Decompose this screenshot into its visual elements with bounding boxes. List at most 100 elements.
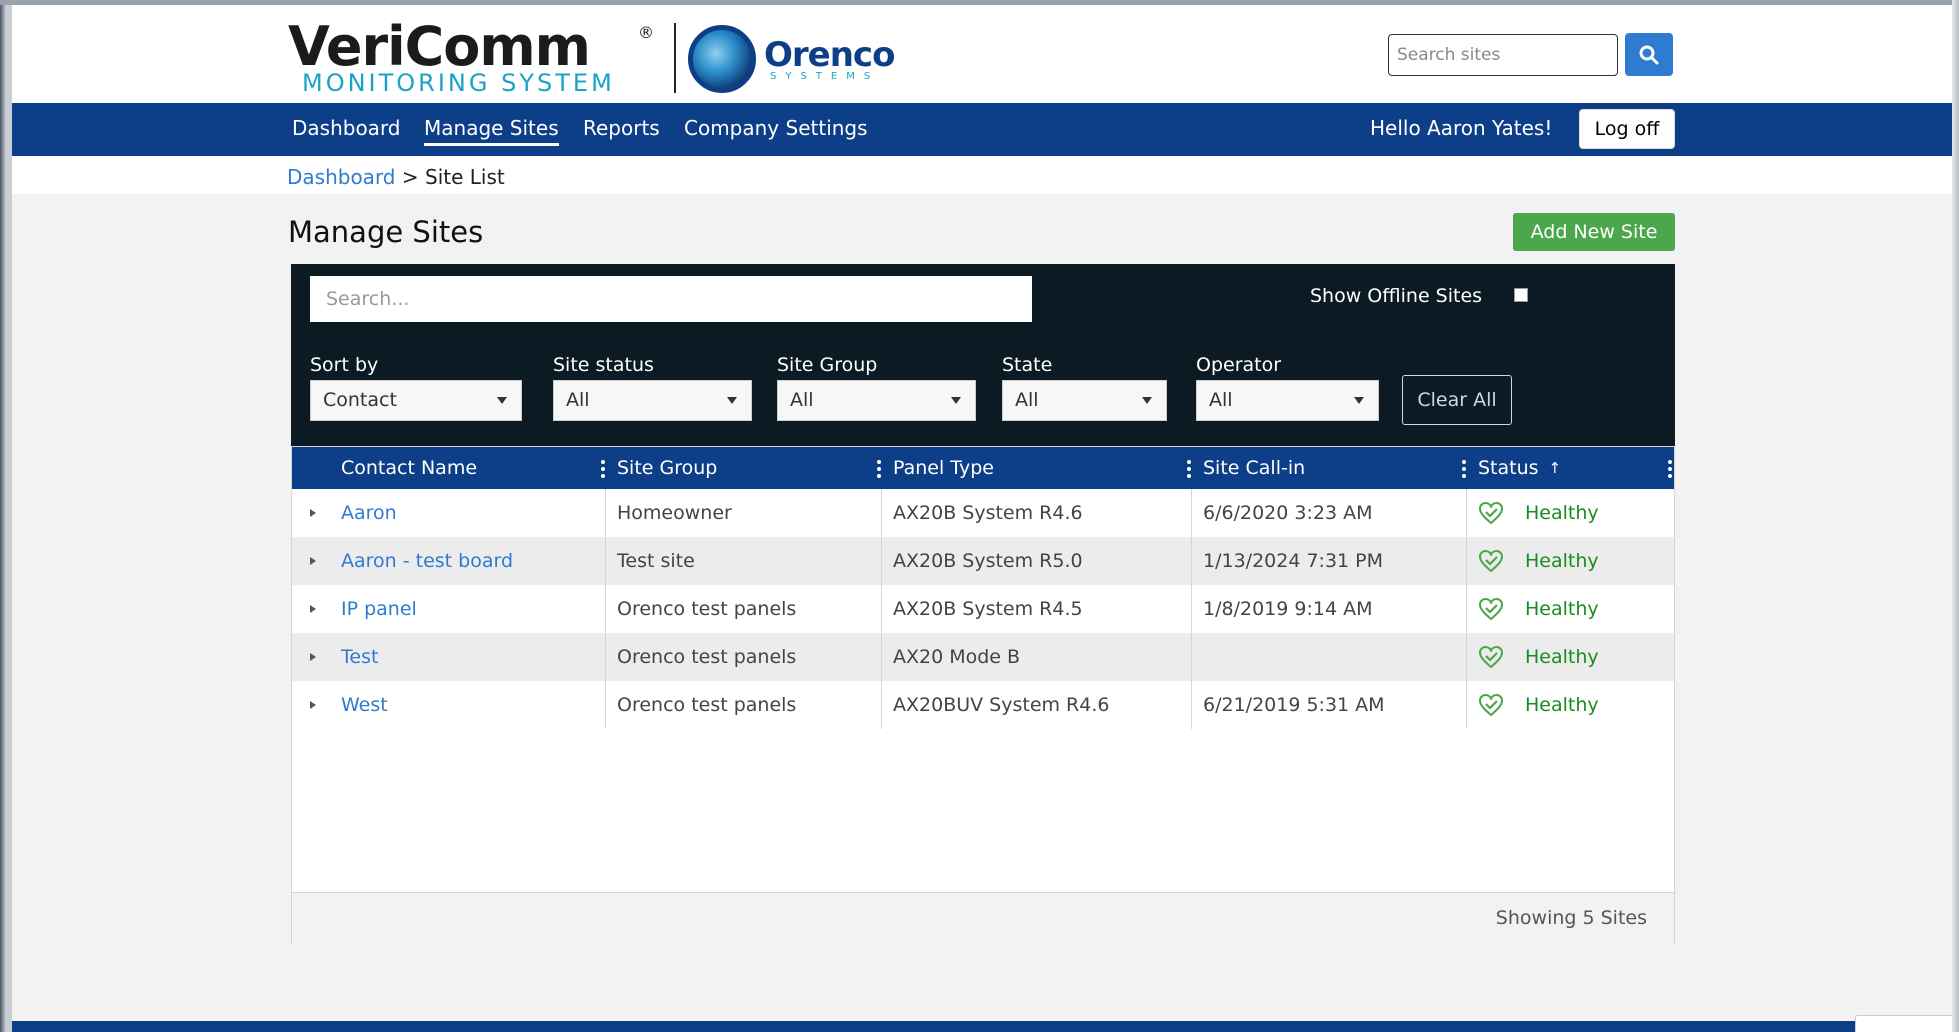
footer-bar bbox=[12, 1021, 1952, 1032]
site-group-cell: Test site bbox=[617, 550, 695, 572]
state-select[interactable]: All bbox=[1002, 380, 1167, 421]
column-header-status[interactable]: Status ↑ bbox=[1478, 447, 1561, 489]
status-cell: Healthy bbox=[1525, 502, 1599, 524]
site-callin-cell: 6/21/2019 5:31 AM bbox=[1203, 694, 1385, 716]
sort-ascending-icon: ↑ bbox=[1548, 459, 1562, 477]
table-row[interactable]: Test Orenco test panels AX20 Mode B Heal… bbox=[292, 633, 1674, 681]
registered-mark: ® bbox=[638, 23, 654, 42]
column-header-status-label: Status bbox=[1478, 457, 1539, 479]
contact-name-link[interactable]: West bbox=[341, 681, 388, 729]
site-callin-cell: 1/8/2019 9:14 AM bbox=[1203, 598, 1373, 620]
table-row[interactable]: Aaron Homeowner AX20B System R4.6 6/6/20… bbox=[292, 489, 1674, 537]
heart-check-icon bbox=[1478, 645, 1504, 669]
state-label: State bbox=[1002, 354, 1053, 376]
status-cell: Healthy bbox=[1525, 550, 1599, 572]
panel-type-cell: AX20B System R4.6 bbox=[893, 502, 1083, 524]
site-status-label: Site status bbox=[553, 354, 654, 376]
site-status-value: All bbox=[566, 389, 590, 411]
operator-label: Operator bbox=[1196, 354, 1282, 376]
window-right-edge bbox=[1952, 0, 1959, 1032]
expand-row-icon[interactable] bbox=[310, 701, 316, 709]
heart-check-icon bbox=[1478, 549, 1504, 573]
contact-name-link[interactable]: Test bbox=[341, 633, 378, 681]
column-header-panel-type[interactable]: Panel Type bbox=[893, 447, 994, 489]
nav-dashboard[interactable]: Dashboard bbox=[292, 115, 401, 141]
contact-name-link[interactable]: IP panel bbox=[341, 585, 417, 633]
breadcrumb: Dashboard > Site List bbox=[287, 165, 505, 189]
column-menu-icon[interactable] bbox=[1462, 460, 1466, 478]
panel-type-cell: AX20B System R5.0 bbox=[893, 550, 1083, 572]
nav-company-settings[interactable]: Company Settings bbox=[684, 115, 868, 141]
user-greeting: Hello Aaron Yates! bbox=[1370, 116, 1553, 140]
grid-footer: Showing 5 Sites bbox=[292, 892, 1674, 944]
sort-by-label: Sort by bbox=[310, 354, 379, 376]
table-row[interactable]: IP panel Orenco test panels AX20B System… bbox=[292, 585, 1674, 633]
column-menu-icon[interactable] bbox=[877, 460, 881, 478]
nav-manage-sites[interactable]: Manage Sites bbox=[424, 115, 559, 146]
site-group-cell: Orenco test panels bbox=[617, 694, 797, 716]
site-group-label: Site Group bbox=[777, 354, 878, 376]
add-new-site-button[interactable]: Add New Site bbox=[1513, 213, 1675, 251]
vericomm-logo-subtitle: MONITORING SYSTEM bbox=[302, 69, 615, 97]
corner-widget bbox=[1855, 1015, 1952, 1032]
show-offline-label: Show Offline Sites bbox=[1310, 285, 1483, 307]
status-cell: Healthy bbox=[1525, 646, 1599, 668]
column-header-site-group[interactable]: Site Group bbox=[617, 447, 717, 489]
breadcrumb-dashboard-link[interactable]: Dashboard bbox=[287, 165, 396, 189]
vericomm-logo-title: VeriComm bbox=[288, 15, 591, 78]
logoff-button[interactable]: Log off bbox=[1579, 109, 1675, 149]
clear-all-button[interactable]: Clear All bbox=[1402, 375, 1512, 425]
filter-panel: Show Offline Sites Sort by Contact Site … bbox=[291, 264, 1675, 446]
site-search-button[interactable] bbox=[1625, 33, 1673, 76]
sort-by-select[interactable]: Contact bbox=[310, 380, 522, 421]
state-value: All bbox=[1015, 389, 1039, 411]
grid-search-input[interactable] bbox=[310, 276, 1032, 322]
logo-divider bbox=[674, 23, 676, 93]
site-callin-cell: 6/6/2020 3:23 AM bbox=[1203, 502, 1373, 524]
site-group-select[interactable]: All bbox=[777, 380, 976, 421]
expand-row-icon[interactable] bbox=[310, 509, 316, 517]
column-menu-icon[interactable] bbox=[1187, 460, 1191, 478]
expand-row-icon[interactable] bbox=[310, 653, 316, 661]
site-count: Showing 5 Sites bbox=[1495, 907, 1647, 929]
column-menu-icon[interactable] bbox=[601, 460, 605, 478]
page-title: Manage Sites bbox=[288, 215, 484, 249]
breadcrumb-current: Site List bbox=[425, 165, 505, 189]
chevron-down-icon bbox=[727, 397, 737, 404]
table-row[interactable]: Aaron - test board Test site AX20B Syste… bbox=[292, 537, 1674, 585]
breadcrumb-separator: > bbox=[401, 165, 419, 189]
main-nav: Dashboard Manage Sites Reports Company S… bbox=[12, 103, 1952, 156]
browser-window: VeriComm ® MONITORING SYSTEM Orenco SYST… bbox=[12, 5, 1952, 1032]
orenco-logo: Orenco SYSTEMS bbox=[688, 19, 908, 97]
breadcrumb-bar: Dashboard > Site List bbox=[12, 156, 1952, 194]
site-group-cell: Orenco test panels bbox=[617, 646, 797, 668]
site-header: VeriComm ® MONITORING SYSTEM Orenco SYST… bbox=[12, 5, 1952, 103]
operator-value: All bbox=[1209, 389, 1233, 411]
search-icon bbox=[1639, 45, 1659, 64]
panel-type-cell: AX20 Mode B bbox=[893, 646, 1021, 668]
contact-name-link[interactable]: Aaron - test board bbox=[341, 537, 513, 585]
sites-grid: Contact Name Site Group Panel Type Site … bbox=[291, 446, 1675, 944]
site-status-select[interactable]: All bbox=[553, 380, 752, 421]
site-search-input[interactable] bbox=[1388, 34, 1618, 76]
panel-type-cell: AX20B System R4.5 bbox=[893, 598, 1083, 620]
grid-header: Contact Name Site Group Panel Type Site … bbox=[292, 447, 1674, 489]
column-header-site-callin[interactable]: Site Call-in bbox=[1203, 447, 1305, 489]
globe-icon bbox=[688, 25, 756, 93]
show-offline-checkbox[interactable] bbox=[1514, 288, 1528, 302]
nav-reports[interactable]: Reports bbox=[583, 115, 660, 141]
site-callin-cell: 1/13/2024 7:31 PM bbox=[1203, 550, 1384, 572]
expand-row-icon[interactable] bbox=[310, 557, 316, 565]
heart-check-icon bbox=[1478, 501, 1504, 525]
chevron-down-icon bbox=[1142, 397, 1152, 404]
expand-row-icon[interactable] bbox=[310, 605, 316, 613]
vericomm-logo[interactable]: VeriComm ® MONITORING SYSTEM bbox=[288, 15, 660, 98]
operator-select[interactable]: All bbox=[1196, 380, 1379, 421]
status-cell: Healthy bbox=[1525, 694, 1599, 716]
column-menu-icon[interactable] bbox=[1668, 460, 1672, 478]
table-row[interactable]: West Orenco test panels AX20BUV System R… bbox=[292, 681, 1674, 729]
column-header-contact[interactable]: Contact Name bbox=[341, 447, 477, 489]
status-cell: Healthy bbox=[1525, 598, 1599, 620]
contact-name-link[interactable]: Aaron bbox=[341, 489, 397, 537]
heart-check-icon bbox=[1478, 693, 1504, 717]
